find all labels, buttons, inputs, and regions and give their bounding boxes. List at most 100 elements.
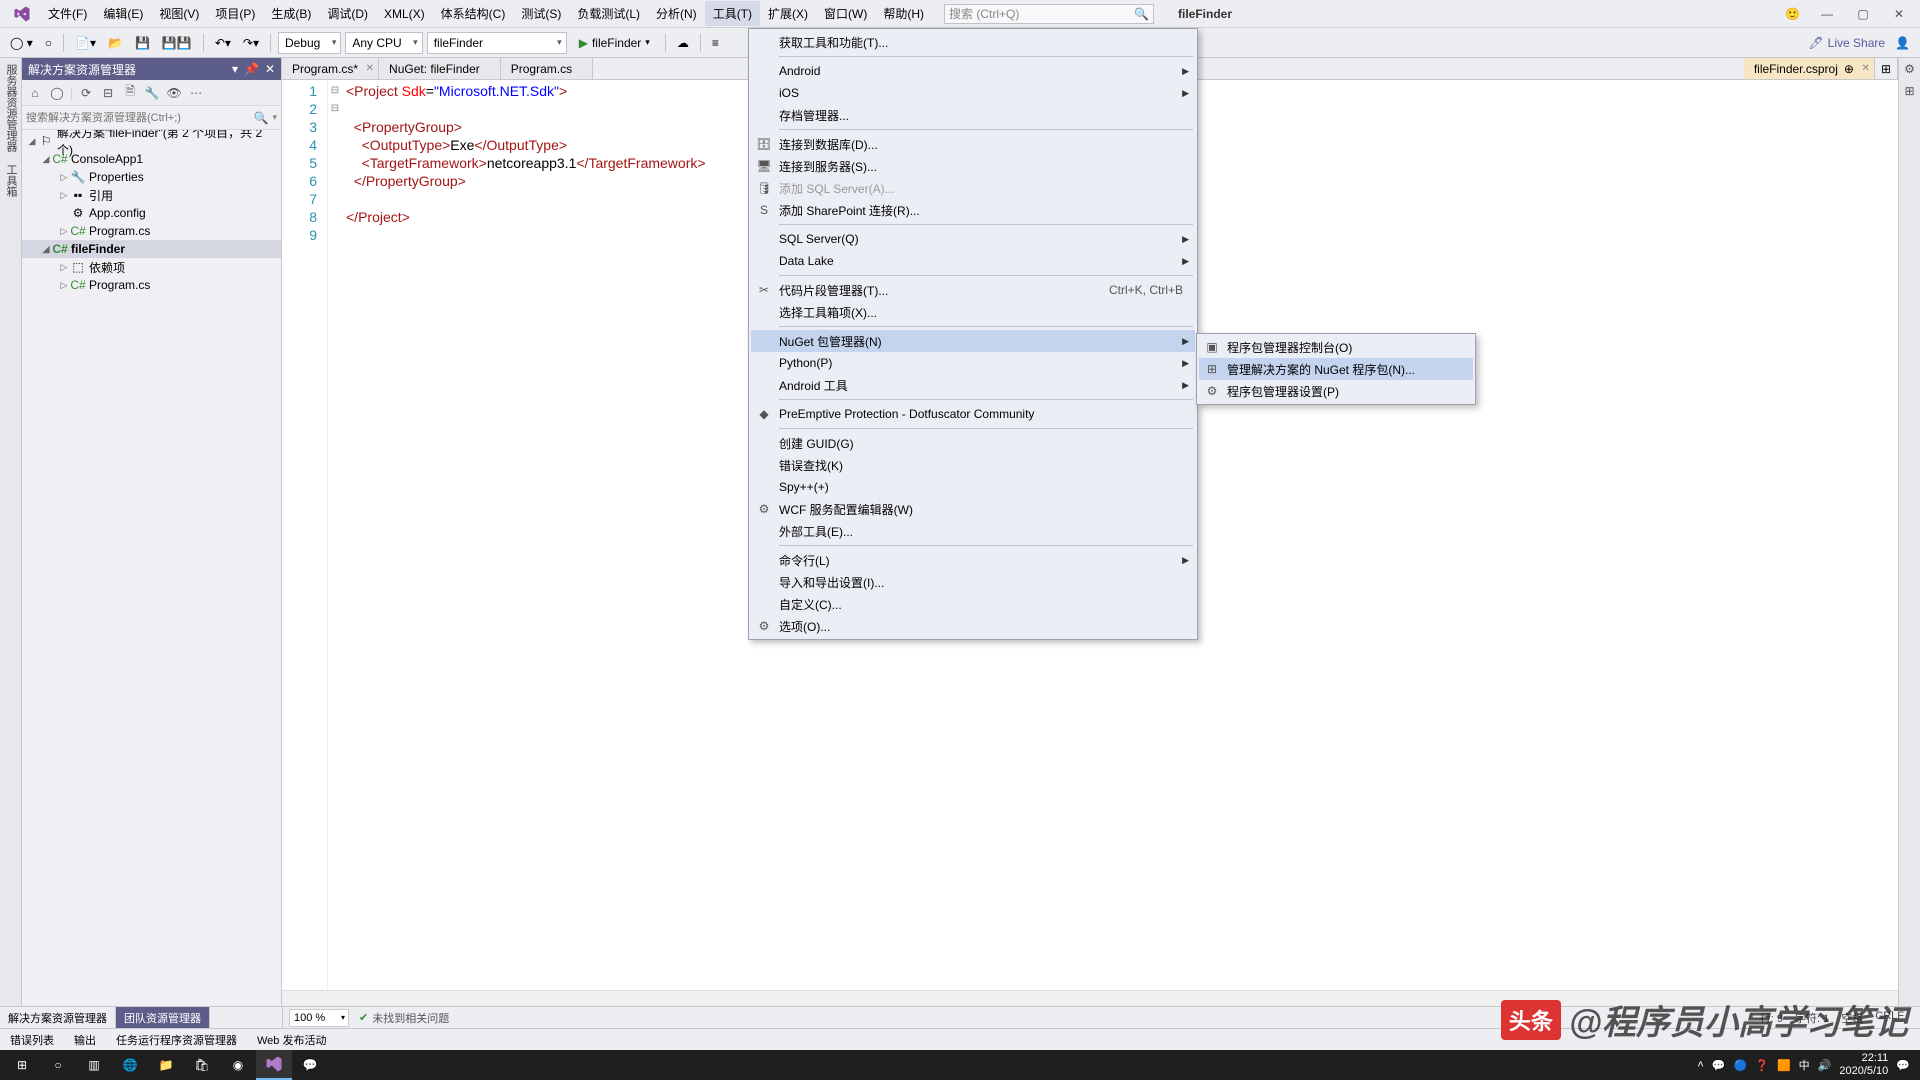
- task-view-button[interactable]: ▥: [76, 1050, 112, 1080]
- panel-dropdown-icon[interactable]: ▾: [232, 62, 238, 76]
- panel-pin-icon[interactable]: 📌: [244, 62, 259, 76]
- menu-analyze[interactable]: 分析(N): [648, 1, 705, 26]
- menu-item[interactable]: Spy++(+): [751, 476, 1195, 498]
- taskbar-edge-icon[interactable]: 🌐: [112, 1050, 148, 1080]
- cortana-button[interactable]: ○: [40, 1050, 76, 1080]
- tree-references[interactable]: ▷ ▪▪ 引用: [22, 186, 281, 204]
- maximize-button[interactable]: ▢: [1846, 3, 1880, 25]
- right-rail-gear-icon[interactable]: ⚙: [1899, 58, 1920, 80]
- tray-notifications-icon[interactable]: 💬: [1896, 1059, 1910, 1072]
- menu-build[interactable]: 生成(B): [263, 1, 319, 26]
- menu-item[interactable]: 命令行(L)▶: [751, 549, 1195, 571]
- feedback-icon[interactable]: 🙂: [1785, 7, 1800, 21]
- menu-item[interactable]: 导入和导出设置(I)...: [751, 571, 1195, 593]
- menu-file[interactable]: 文件(F): [40, 1, 95, 26]
- tree-dependencies[interactable]: ▷ ⬚ 依赖项: [22, 258, 281, 276]
- menu-xml[interactable]: XML(X): [376, 3, 433, 25]
- properties-icon[interactable]: 🔧: [143, 84, 161, 102]
- menu-item[interactable]: 创建 GUID(G): [751, 432, 1195, 454]
- editor-tab[interactable]: Program.cs*✕: [282, 58, 379, 79]
- panel-close-icon[interactable]: ✕: [265, 62, 275, 76]
- tree-appconfig[interactable]: ⚙ App.config: [22, 204, 281, 222]
- menu-item[interactable]: Android▶: [751, 60, 1195, 82]
- menu-item[interactable]: 🖥连接到服务器(S)...: [751, 155, 1195, 177]
- config-combo[interactable]: Debug: [278, 32, 341, 54]
- menu-test[interactable]: 测试(S): [513, 1, 569, 26]
- ruler-button[interactable]: ≡: [708, 32, 723, 54]
- expand-icon[interactable]: ◢: [40, 154, 52, 165]
- publish-button[interactable]: ☁: [673, 32, 693, 54]
- menu-item[interactable]: ✂代码片段管理器(T)...Ctrl+K, Ctrl+B: [751, 279, 1195, 301]
- tree-program-cs[interactable]: ▷ C# Program.cs: [22, 222, 281, 240]
- expand-icon[interactable]: ◢: [26, 136, 38, 147]
- menu-project[interactable]: 项目(P): [207, 1, 263, 26]
- tab-close-icon[interactable]: ✕: [1862, 63, 1870, 74]
- menu-item[interactable]: Python(P)▶: [751, 352, 1195, 374]
- menu-item[interactable]: 🗄连接到数据库(D)...: [751, 133, 1195, 155]
- tree-program-cs-2[interactable]: ▷ C# Program.cs: [22, 276, 281, 294]
- bottom-tab-team[interactable]: 团队资源管理器: [116, 1007, 210, 1028]
- right-rail-plus-icon[interactable]: ⊞: [1899, 80, 1920, 102]
- back-icon[interactable]: ◯: [48, 84, 66, 102]
- tree-solution-root[interactable]: ◢ ⚐ 解决方案"fileFinder"(第 2 个项目，共 2 个): [22, 132, 281, 150]
- tray-app-icon[interactable]: 🔵: [1734, 1059, 1748, 1072]
- expand-icon[interactable]: ▷: [58, 226, 70, 237]
- submenu-item[interactable]: ⚙程序包管理器设置(P): [1199, 380, 1473, 402]
- menu-item[interactable]: 外部工具(E)...: [751, 520, 1195, 542]
- expand-icon[interactable]: ◢: [40, 244, 52, 255]
- menu-extensions[interactable]: 扩展(X): [760, 1, 816, 26]
- menu-architecture[interactable]: 体系结构(C): [433, 1, 514, 26]
- taskbar-vs-icon[interactable]: [256, 1050, 292, 1080]
- output-tab-output[interactable]: 输出: [64, 1029, 106, 1050]
- pin-icon[interactable]: ⊕: [1844, 62, 1854, 76]
- fold-gutter[interactable]: ⊟⊟: [328, 80, 342, 990]
- undo-button[interactable]: ↶▾: [211, 32, 235, 54]
- global-search-input[interactable]: 搜索 (Ctrl+Q) 🔍: [944, 4, 1154, 24]
- menu-tools[interactable]: 工具(T): [705, 1, 760, 26]
- new-project-button[interactable]: 📄▾: [71, 32, 100, 54]
- preview-icon[interactable]: 👁: [165, 84, 183, 102]
- solution-explorer-title-bar[interactable]: 解决方案资源管理器 ▾ 📌 ✕: [22, 58, 281, 80]
- tray-app-icon[interactable]: 🟧: [1777, 1059, 1791, 1072]
- menu-item[interactable]: SQL Server(Q)▶: [751, 228, 1195, 250]
- expand-icon[interactable]: ▷: [58, 172, 70, 183]
- menu-item[interactable]: ⚙选项(O)...: [751, 615, 1195, 637]
- start-debug-button[interactable]: ▶ fileFinder ▾: [571, 36, 658, 50]
- editor-tab-overflow[interactable]: ⊞: [1875, 58, 1898, 79]
- menu-item[interactable]: 选择工具箱项(X)...: [751, 301, 1195, 323]
- tray-clock[interactable]: 22:112020/5/10: [1839, 1052, 1888, 1078]
- menu-item[interactable]: NuGet 包管理器(N)▶: [751, 330, 1195, 352]
- menu-item[interactable]: 自定义(C)...: [751, 593, 1195, 615]
- editor-tab-preview[interactable]: fileFinder.csproj⊕✕: [1744, 58, 1875, 79]
- home-icon[interactable]: ⌂: [26, 84, 44, 102]
- menu-view[interactable]: 视图(V): [151, 1, 207, 26]
- menu-edit[interactable]: 编辑(E): [95, 1, 151, 26]
- menu-item[interactable]: 错误查找(K): [751, 454, 1195, 476]
- menu-loadtest[interactable]: 负载测试(L): [569, 1, 648, 26]
- nav-back-button[interactable]: ◯ ▾: [6, 32, 37, 54]
- menu-item[interactable]: S添加 SharePoint 连接(R)...: [751, 199, 1195, 221]
- rail-toolbox[interactable]: 工具箱: [0, 158, 21, 203]
- issues-indicator[interactable]: ✔ 未找到相关问题: [359, 1010, 449, 1026]
- live-share-button[interactable]: 🖊 Live Share: [1808, 36, 1885, 50]
- minimize-button[interactable]: —: [1810, 3, 1844, 25]
- taskbar-explorer-icon[interactable]: 📁: [148, 1050, 184, 1080]
- menu-item[interactable]: iOS▶: [751, 82, 1195, 104]
- submenu-item[interactable]: ⊞管理解决方案的 NuGet 程序包(N)...: [1199, 358, 1473, 380]
- tree-project-filefinder[interactable]: ◢ C# fileFinder: [22, 240, 281, 258]
- output-tab-taskrunner[interactable]: 任务运行程序资源管理器: [106, 1029, 247, 1050]
- tray-volume-icon[interactable]: 🔊: [1818, 1059, 1832, 1072]
- refresh-icon[interactable]: ⟳: [77, 84, 95, 102]
- menu-debug[interactable]: 调试(D): [319, 1, 376, 26]
- menu-item[interactable]: Data Lake▶: [751, 250, 1195, 272]
- account-button[interactable]: 👤: [1891, 32, 1914, 54]
- expand-icon[interactable]: ▷: [58, 190, 70, 201]
- tray-app-icon[interactable]: 💬: [1712, 1059, 1726, 1072]
- taskbar-wechat-icon[interactable]: 💬: [292, 1050, 328, 1080]
- start-button[interactable]: ⊞: [4, 1050, 40, 1080]
- startup-project-combo[interactable]: fileFinder: [427, 32, 567, 54]
- tray-app-icon[interactable]: ❓: [1755, 1059, 1769, 1072]
- menu-item[interactable]: 获取工具和功能(T)...: [751, 31, 1195, 53]
- tray-ime-icon[interactable]: 中: [1799, 1057, 1810, 1073]
- menu-item[interactable]: ◆PreEmptive Protection - Dotfuscator Com…: [751, 403, 1195, 425]
